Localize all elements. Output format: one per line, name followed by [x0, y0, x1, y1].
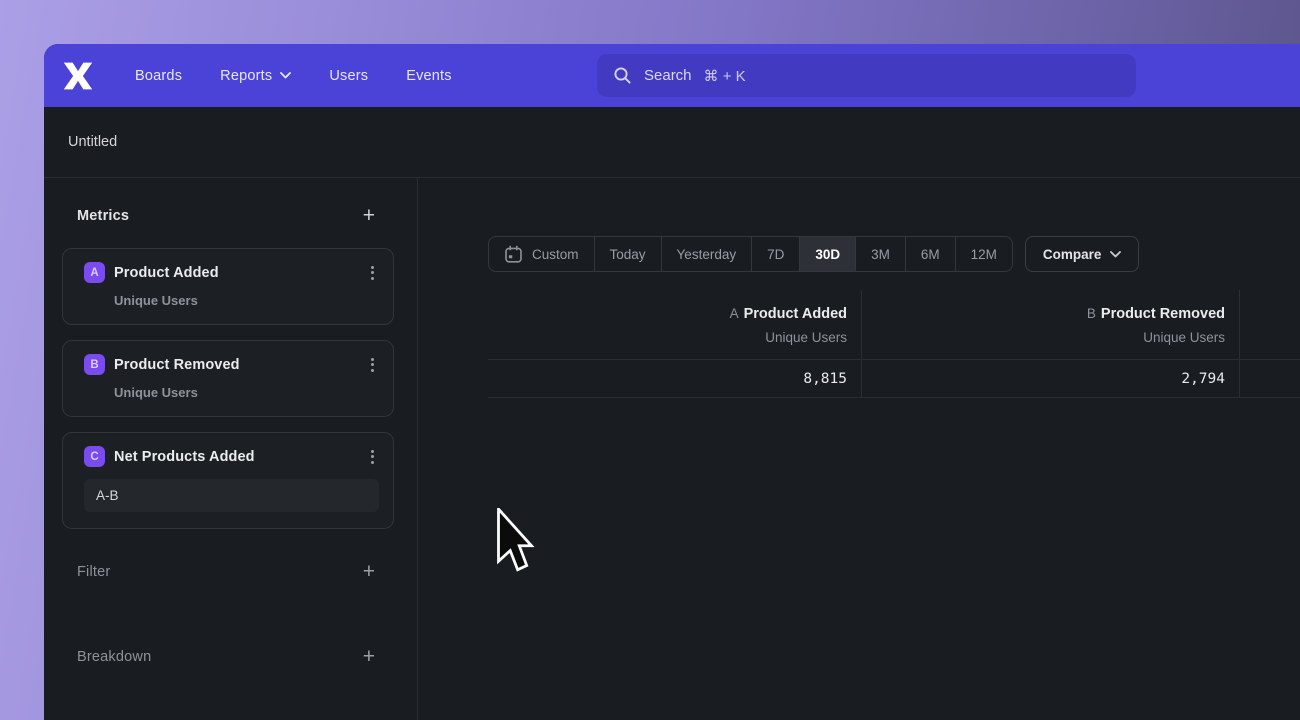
date-range-6m[interactable]: 6M	[905, 237, 955, 271]
desktop-background: Boards Reports Users Events Searc	[0, 0, 1300, 720]
sidebar: Metrics + A Product Added Unique Users B…	[44, 178, 418, 720]
app-window: Boards Reports Users Events Searc	[44, 44, 1300, 720]
metric-title: Product Added	[114, 265, 366, 281]
metric-card-c[interactable]: C Net Products Added A-B	[62, 432, 394, 529]
column-title: Product Removed	[1101, 306, 1225, 322]
report-controls: Custom Today Yesterday 7D 30D 3M 6M 12M …	[488, 236, 1139, 272]
breakdown-section-header: Breakdown +	[77, 646, 375, 667]
date-range-12m[interactable]: 12M	[955, 237, 1012, 271]
date-range-custom[interactable]: Custom	[489, 237, 594, 271]
mixpanel-logo	[62, 61, 94, 91]
metric-measurement: Unique Users	[114, 293, 379, 308]
date-range-30d-selected[interactable]: 30D	[799, 237, 855, 271]
date-range-7d[interactable]: 7D	[751, 237, 799, 271]
content-area: Metrics + A Product Added Unique Users B…	[44, 178, 1300, 720]
metric-menu-icon[interactable]	[366, 355, 379, 375]
date-range-label: Custom	[532, 247, 579, 262]
add-metric-button[interactable]: +	[363, 205, 375, 226]
metric-badge-b: B	[84, 354, 105, 375]
metric-measurement: Unique Users	[114, 385, 379, 400]
breakdown-label: Breakdown	[77, 649, 151, 665]
results-table: A Product Added Unique Users B Product Rem…	[488, 290, 1300, 398]
table-value-row: 8,815 2,794	[488, 360, 1300, 398]
search-shortcut: ⌘ + K	[704, 67, 746, 85]
nav-events[interactable]: Events	[406, 68, 452, 84]
table-header-metric-b: B Product Removed Unique Users	[862, 290, 1240, 360]
report-title-bar: Untitled	[44, 107, 1300, 178]
metric-card-a[interactable]: A Product Added Unique Users	[62, 248, 394, 325]
top-nav: Boards Reports Users Events Searc	[44, 44, 1300, 107]
calendar-icon	[504, 245, 523, 264]
table-header-row: A Product Added Unique Users B Product Rem…	[488, 290, 1300, 360]
date-range-3m[interactable]: 3M	[855, 237, 905, 271]
formula-input[interactable]: A-B	[84, 479, 379, 512]
metric-menu-icon[interactable]	[366, 447, 379, 467]
metric-menu-icon[interactable]	[366, 263, 379, 283]
filter-section-header: Filter +	[77, 561, 375, 582]
nav-users[interactable]: Users	[329, 68, 368, 84]
add-filter-button[interactable]: +	[363, 561, 375, 582]
filter-label: Filter	[77, 564, 110, 580]
metric-title: Product Removed	[114, 357, 366, 373]
date-range-yesterday[interactable]: Yesterday	[661, 237, 752, 271]
chevron-down-icon	[280, 72, 291, 79]
main-panel: Custom Today Yesterday 7D 30D 3M 6M 12M …	[418, 178, 1300, 720]
table-header-metric-a: A Product Added Unique Users	[488, 290, 862, 360]
column-title: Product Added	[744, 306, 847, 322]
metric-card-b[interactable]: B Product Removed Unique Users	[62, 340, 394, 417]
search-icon	[613, 66, 632, 85]
search-placeholder: Search	[644, 67, 692, 84]
date-range-today[interactable]: Today	[594, 237, 661, 271]
nav-reports[interactable]: Reports	[220, 68, 291, 84]
column-subtitle: Unique Users	[488, 330, 847, 345]
metric-badge-c: C	[84, 446, 105, 467]
value-overflow	[1240, 360, 1300, 398]
nav-menu: Boards Reports Users Events	[135, 68, 452, 84]
date-range-selector: Custom Today Yesterday 7D 30D 3M 6M 12M	[488, 236, 1013, 272]
metrics-label: Metrics	[77, 208, 129, 224]
metric-badge-a: A	[84, 262, 105, 283]
value-metric-b: 2,794	[862, 360, 1240, 398]
nav-boards[interactable]: Boards	[135, 68, 182, 84]
compare-label: Compare	[1043, 247, 1102, 262]
value-metric-a: 8,815	[488, 360, 862, 398]
add-breakdown-button[interactable]: +	[363, 646, 375, 667]
column-subtitle: Unique Users	[862, 330, 1225, 345]
chevron-down-icon	[1110, 251, 1121, 258]
table-header-overflow	[1240, 290, 1300, 360]
search-input[interactable]: Search ⌘ + K	[597, 54, 1136, 97]
column-badge: A	[730, 306, 739, 321]
column-badge: B	[1087, 306, 1096, 321]
metrics-section-header: Metrics +	[77, 205, 375, 226]
nav-reports-label: Reports	[220, 68, 272, 84]
report-title[interactable]: Untitled	[68, 134, 117, 150]
metric-title: Net Products Added	[114, 449, 366, 465]
compare-button[interactable]: Compare	[1025, 236, 1140, 272]
